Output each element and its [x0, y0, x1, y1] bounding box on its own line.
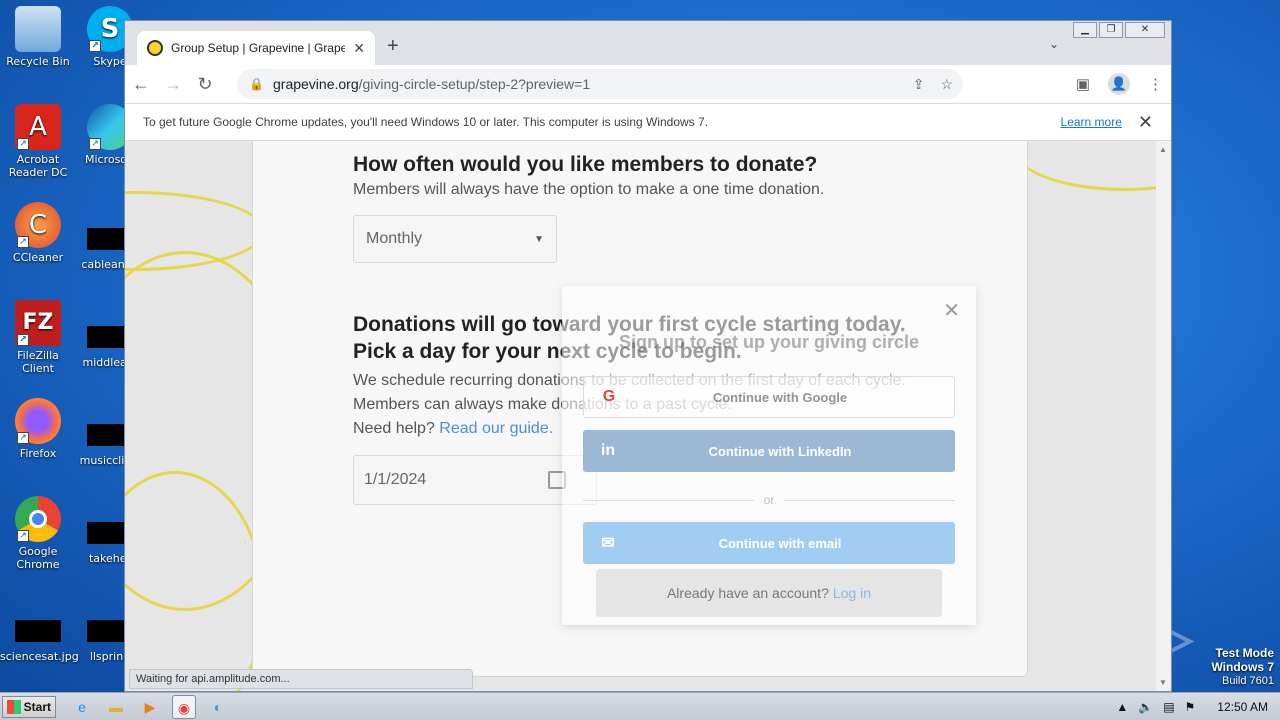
- recycle-bin-icon: [15, 6, 61, 52]
- address-bar[interactable]: 🔒 grapevine.org/giving-circle-setup/step…: [237, 69, 963, 99]
- forward-button[interactable]: →: [157, 74, 189, 95]
- maximize-button[interactable]: ❐: [1099, 22, 1123, 38]
- close-modal-icon[interactable]: ✕: [943, 298, 960, 323]
- file-thumbnail-icon: [15, 620, 61, 642]
- kebab-menu-icon[interactable]: ⋮: [1148, 75, 1163, 93]
- chrome-icon: ↗: [15, 496, 61, 542]
- or-divider: or: [583, 490, 956, 510]
- action-center-flag-icon[interactable]: ⚑: [1185, 700, 1196, 714]
- status-bubble: Waiting for api.amplitude.com...: [129, 669, 473, 689]
- clock[interactable]: 12:50 AM: [1217, 700, 1268, 714]
- scroll-down-icon[interactable]: ▼: [1159, 678, 1167, 687]
- learn-more-link[interactable]: Learn more: [1061, 115, 1122, 129]
- continue-with-linkedin-button[interactable]: in Continue with LinkedIn: [583, 430, 955, 472]
- desktop-icon-chrome[interactable]: ↗ Google Chrome: [0, 496, 76, 571]
- windows-logo-icon: [7, 699, 21, 714]
- lock-icon[interactable]: 🔒: [249, 77, 264, 91]
- login-link[interactable]: Log in: [833, 585, 871, 601]
- minimize-button[interactable]: ▁: [1073, 22, 1097, 38]
- volume-icon[interactable]: 🔈: [1138, 700, 1153, 714]
- toolbar-right-actions: ▣ 👤 ⋮: [1076, 73, 1163, 95]
- decorative-swirl: [1015, 141, 1157, 191]
- continue-with-google-button[interactable]: G Continue with Google: [583, 376, 955, 418]
- reload-button[interactable]: ↻: [189, 74, 221, 95]
- chrome-taskbar-icon[interactable]: ◉: [172, 694, 196, 719]
- ccleaner-icon: C ↗: [15, 202, 61, 248]
- ie-icon[interactable]: e: [70, 695, 94, 719]
- frequency-select[interactable]: Monthly ▼: [353, 215, 557, 263]
- signup-modal: ✕ Sign up to set up your giving circle G…: [562, 286, 976, 625]
- taskbar: Start e ▬ ▶ ◉ ◐ ▲ 🔈 ▤ ⚑ 12:50 AM: [0, 692, 1280, 720]
- frequency-subtext: Members will always have the option to m…: [353, 181, 825, 198]
- desktop-icon-sciencesat[interactable]: sciencesat.jpg: [0, 606, 79, 663]
- bookmark-star-icon[interactable]: ☆: [940, 76, 953, 93]
- read-guide-link[interactable]: Read our guide.: [439, 420, 553, 437]
- close-infobar-icon[interactable]: ✕: [1138, 112, 1153, 133]
- continue-with-email-button[interactable]: ✉ Continue with email: [583, 522, 955, 564]
- network-icon[interactable]: ▤: [1163, 700, 1174, 714]
- scroll-up-icon[interactable]: ▲: [1159, 145, 1167, 154]
- close-window-button[interactable]: ✕: [1125, 22, 1165, 38]
- linkedin-icon: in: [600, 442, 616, 459]
- filezilla-icon: FZ ↗: [15, 300, 61, 346]
- edge-taskbar-icon[interactable]: ◐: [206, 695, 230, 719]
- desktop-icon-acrobat[interactable]: A ↗ Acrobat Reader DC: [0, 104, 76, 179]
- tray-expand-icon[interactable]: ▲: [1116, 700, 1128, 714]
- browser-tab[interactable]: Group Setup | Grapevine | Grapevine ✕: [137, 31, 375, 65]
- already-have-account: Already have an account? Log in: [596, 569, 942, 617]
- tab-search-chevron-icon[interactable]: ⌄: [1049, 37, 1059, 51]
- google-icon: G: [602, 388, 616, 405]
- back-button[interactable]: ←: [125, 74, 157, 95]
- start-button[interactable]: Start: [2, 695, 56, 718]
- envelope-icon: ✉: [601, 535, 615, 552]
- browser-toolbar: ← → ↻ 🔒 grapevine.org/giving-circle-setu…: [125, 65, 1171, 103]
- caret-down-icon: ▼: [534, 233, 544, 245]
- test-mode-watermark: Test Mode Windows 7 Build 7601: [1211, 646, 1274, 687]
- explorer-folder-icon[interactable]: ▬: [104, 695, 128, 719]
- acrobat-icon: A ↗: [15, 104, 61, 150]
- side-panel-icon[interactable]: ▣: [1076, 75, 1090, 93]
- firefox-icon: ↗: [15, 398, 61, 444]
- profile-avatar-icon[interactable]: 👤: [1108, 73, 1130, 95]
- desktop-icon-ccleaner[interactable]: C ↗ CCleaner: [0, 202, 76, 264]
- media-player-icon[interactable]: ▶: [138, 695, 162, 719]
- page-scrollbar[interactable]: ▲ ▼: [1156, 141, 1171, 691]
- window-controls: ▁ ❐ ✕: [1073, 22, 1165, 38]
- page-viewport: How often would you like members to dona…: [125, 141, 1157, 691]
- setup-card: How often would you like members to dona…: [252, 141, 1028, 677]
- frequency-heading: How often would you like members to dona…: [353, 153, 818, 176]
- new-tab-button[interactable]: +: [387, 35, 399, 58]
- system-tray: ▲ 🔈 ▤ ⚑ 12:50 AM: [1116, 693, 1280, 720]
- share-icon[interactable]: ⇪: [913, 76, 925, 93]
- grapevine-favicon-icon: [147, 40, 163, 56]
- browser-window: ▁ ❐ ✕ Group Setup | Grapevine | Grapevin…: [124, 20, 1172, 692]
- update-infobar: To get future Google Chrome updates, you…: [125, 103, 1171, 141]
- desktop-icon-recycle-bin[interactable]: Recycle Bin: [0, 6, 76, 68]
- close-tab-icon[interactable]: ✕: [353, 40, 365, 57]
- taskbar-pinned: e ▬ ▶ ◉ ◐: [70, 694, 230, 719]
- modal-title: Sign up to set up your giving circle: [618, 332, 920, 352]
- desktop-icon-filezilla[interactable]: FZ ↗ FileZilla Client: [0, 300, 76, 375]
- omnibox-actions: ⇪ ☆: [913, 76, 953, 93]
- desktop-icon-firefox[interactable]: ↗ Firefox: [0, 398, 76, 460]
- cycle-date-input[interactable]: 1/1/2024: [353, 455, 597, 505]
